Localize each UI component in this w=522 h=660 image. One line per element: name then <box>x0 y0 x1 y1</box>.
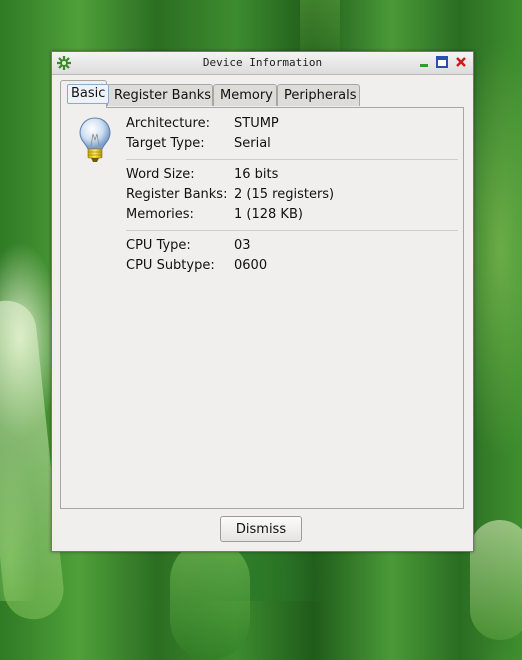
dismiss-button[interactable]: Dismiss <box>220 516 302 542</box>
minimize-icon[interactable] <box>418 56 430 68</box>
device-info-list: Architecture: STUMP Target Type: Serial … <box>126 114 458 276</box>
cpu-subtype-value: 0600 <box>234 258 268 273</box>
info-row-memories: Memories: 1 (128 KB) <box>126 205 458 225</box>
tab-register-banks-label: Register Banks <box>114 88 212 103</box>
info-row-architecture: Architecture: STUMP <box>126 114 458 134</box>
cpu-type-label: CPU Type: <box>126 238 191 253</box>
info-row-cpu-subtype: CPU Subtype: 0600 <box>126 256 458 276</box>
tab-memory-label: Memory <box>220 88 273 103</box>
word-size-value: 16 bits <box>234 167 279 182</box>
tab-basic-label: Basic <box>67 84 110 104</box>
register-banks-label: Register Banks: <box>126 187 228 202</box>
lightbulb-icon <box>79 117 111 162</box>
close-icon[interactable] <box>455 56 467 68</box>
word-size-label: Word Size: <box>126 167 195 182</box>
device-information-window: Device Information Basic Register Banks … <box>51 51 474 552</box>
memories-value: 1 (128 KB) <box>234 207 303 222</box>
architecture-label: Architecture: <box>126 116 210 131</box>
info-row-target-type: Target Type: Serial <box>126 134 458 154</box>
basic-tab-panel: Architecture: STUMP Target Type: Serial … <box>60 107 464 509</box>
window-title: Device Information <box>202 56 323 69</box>
architecture-value: STUMP <box>234 116 279 131</box>
maximize-icon[interactable] <box>436 56 448 68</box>
info-row-register-banks: Register Banks: 2 (15 registers) <box>126 185 458 205</box>
target-type-label: Target Type: <box>126 136 205 151</box>
register-banks-value: 2 (15 registers) <box>234 187 335 202</box>
cpu-type-value: 03 <box>234 238 251 253</box>
divider <box>126 159 458 160</box>
cpu-subtype-label: CPU Subtype: <box>126 258 215 273</box>
tab-memory[interactable]: Memory <box>213 84 277 106</box>
divider <box>126 230 458 231</box>
title-bar[interactable]: Device Information <box>52 52 473 75</box>
background-grass-blade <box>170 540 250 660</box>
tab-basic[interactable]: Basic <box>60 80 110 108</box>
tab-peripherals[interactable]: Peripherals <box>277 84 360 106</box>
info-row-cpu-type: CPU Type: 03 <box>126 236 458 256</box>
tab-register-banks[interactable]: Register Banks <box>107 84 213 106</box>
tab-peripherals-label: Peripherals <box>284 88 357 103</box>
memories-label: Memories: <box>126 207 194 222</box>
target-type-value: Serial <box>234 136 271 151</box>
background-grass-blade <box>470 520 522 640</box>
info-row-word-size: Word Size: 16 bits <box>126 165 458 185</box>
